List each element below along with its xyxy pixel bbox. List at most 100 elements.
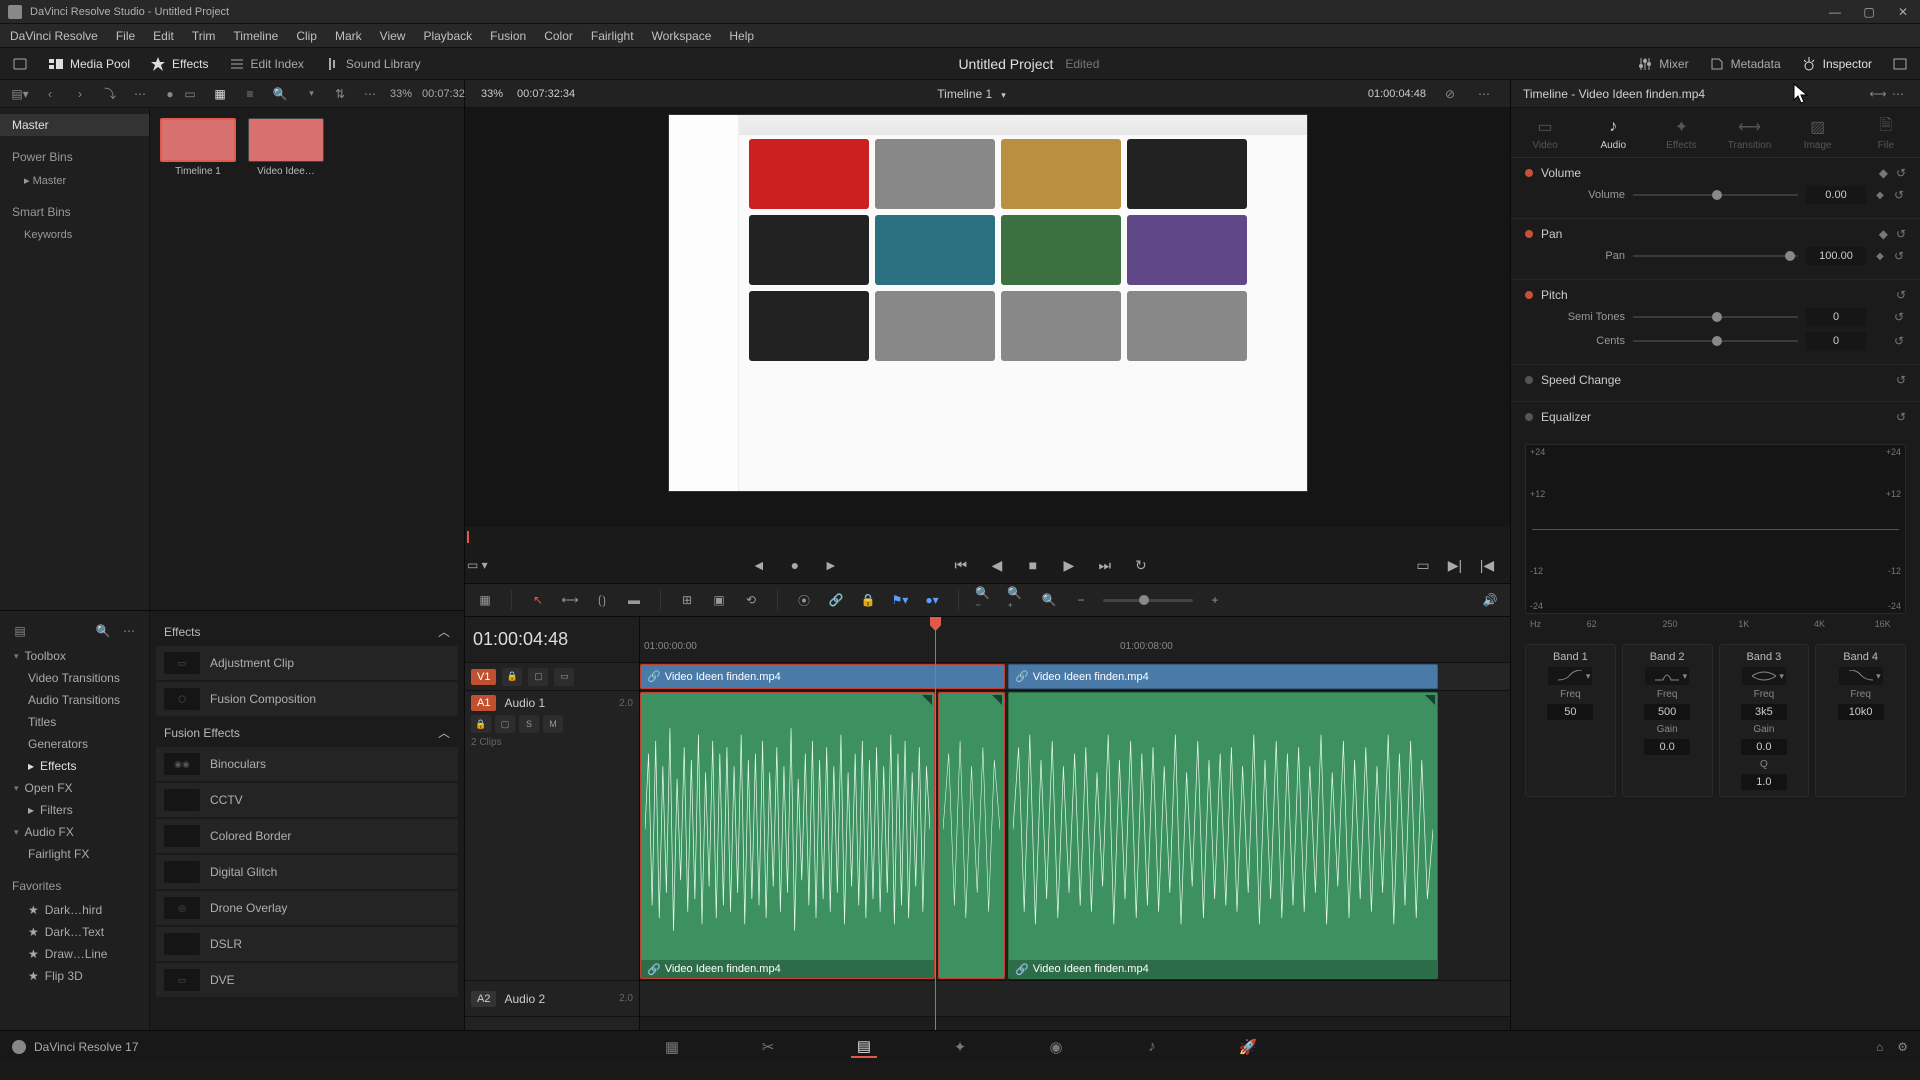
step-back-icon[interactable]: ◀ [986, 554, 1008, 576]
timeline-name[interactable]: Timeline 1 [937, 87, 1005, 101]
loop-icon[interactable]: ↻ [1130, 554, 1152, 576]
viewer-mode-dropdown[interactable]: ▭ ▾ [467, 558, 488, 572]
keyframe-icon[interactable]: ◆ [1874, 190, 1886, 201]
zoom-out-icon[interactable]: − [1071, 590, 1091, 610]
reset-icon[interactable]: ↺ [1896, 288, 1906, 302]
track-v1[interactable]: 🔗Video Ideen finden.mp4 🔗Video Ideen fin… [640, 663, 1510, 691]
marker-icon[interactable]: ●▾ [922, 590, 942, 610]
video-clip-2[interactable]: 🔗Video Ideen finden.mp4 [1008, 664, 1438, 689]
audio-clip-2[interactable]: 🔗Video Ideen finden.mp4 [1008, 692, 1438, 979]
menu-davinci[interactable]: DaVinci Resolve [10, 29, 98, 43]
menu-timeline[interactable]: Timeline [233, 29, 278, 43]
tree-keywords[interactable]: Keywords [0, 225, 149, 245]
tree-master[interactable]: Master [0, 114, 149, 136]
nav-dot-icon[interactable]: ● [784, 554, 806, 576]
eq-graph[interactable]: +24 +24 +12 +12 -12 -12 -24 -24 Hz 62 25… [1525, 444, 1906, 614]
menu-color[interactable]: Color [544, 29, 573, 43]
enable-dot-icon[interactable] [1525, 230, 1533, 238]
menu-mark[interactable]: Mark [335, 29, 362, 43]
reset-icon[interactable]: ↺ [1896, 373, 1906, 387]
eq-band-2[interactable]: Band 2 Freq 500 Gain 0.0 [1622, 644, 1713, 797]
tree-generators[interactable]: Generators [0, 733, 149, 755]
viewer-scrubber[interactable] [465, 527, 1510, 547]
tree-audiofx[interactable]: Audio FX [0, 821, 149, 843]
close-button[interactable]: ✕ [1894, 5, 1912, 19]
eq-curve-dropdown[interactable] [1645, 667, 1689, 685]
menu-help[interactable]: Help [729, 29, 754, 43]
reset-icon[interactable]: ↺ [1894, 188, 1906, 202]
path-options-icon[interactable]: ⋯ [130, 84, 150, 104]
tree-audio-transitions[interactable]: Audio Transitions [0, 689, 149, 711]
disable-track-icon[interactable]: ▭ [554, 668, 574, 686]
viewer-zoom[interactable]: 33% [481, 88, 503, 100]
tree-toolbox[interactable]: Toolbox [0, 645, 149, 667]
tab-image[interactable]: ▨Image [1790, 118, 1846, 151]
effect-binoculars[interactable]: ◉◉Binoculars [156, 747, 458, 781]
full-screen-icon[interactable] [1892, 56, 1908, 72]
eq-band-1[interactable]: Band 1 Freq 50 [1525, 644, 1616, 797]
reset-icon[interactable]: ↺ [1894, 310, 1906, 324]
search-options-icon[interactable] [300, 84, 320, 104]
page-deliver[interactable]: 🚀 [1235, 1036, 1261, 1058]
bin-view-dropdown-icon[interactable]: ▤▾ [10, 84, 30, 104]
semitones-slider[interactable] [1633, 316, 1798, 318]
filmstrip-view-icon[interactable]: ▭ [180, 84, 200, 104]
search-icon[interactable]: 🔍 [270, 84, 290, 104]
tree-effects[interactable]: ▸ Effects [0, 755, 149, 777]
viewer-options-icon[interactable]: ⋯ [1474, 84, 1494, 104]
tree-fav-1[interactable]: ★ Dark…Text [0, 921, 149, 943]
effect-drone-overlay[interactable]: ◎Drone Overlay [156, 891, 458, 925]
tab-audio[interactable]: ♪Audio [1585, 118, 1641, 151]
tab-transition[interactable]: ⟷Transition [1722, 118, 1778, 151]
effects-search-icon[interactable]: 🔍 [93, 621, 113, 641]
menu-playback[interactable]: Playback [423, 29, 472, 43]
replace-clip-icon[interactable]: ⟲ [741, 590, 761, 610]
pan-value[interactable]: 100.00 [1806, 247, 1866, 265]
effect-fusion-composition[interactable]: ⬡Fusion Composition [156, 682, 458, 716]
eq-freq-1[interactable]: 50 [1547, 704, 1593, 720]
reset-icon[interactable]: ↺ [1896, 227, 1906, 241]
track-badge-a2[interactable]: A2 [471, 991, 496, 1007]
eq-curve-dropdown[interactable] [1548, 667, 1592, 685]
zoom-fit-icon[interactable]: 🔍⁻ [975, 590, 995, 610]
match-frame-icon[interactable]: ▭ [1412, 554, 1434, 576]
menu-fusion[interactable]: Fusion [490, 29, 526, 43]
next-clip-icon[interactable]: ► [820, 554, 842, 576]
tree-fav-0[interactable]: ★ Dark…hird [0, 899, 149, 921]
thumb-video-ideen[interactable]: Video Idee… [248, 118, 324, 177]
inspector-expand-icon[interactable]: ⟷ [1868, 84, 1888, 104]
tree-fav-3[interactable]: ★ Flip 3D [0, 965, 149, 987]
auto-select-icon[interactable]: ▢ [528, 668, 548, 686]
solo-icon[interactable]: S [519, 715, 539, 733]
zoom-custom-icon[interactable]: 🔍 [1039, 590, 1059, 610]
collapse-icon[interactable]: ︿ [438, 724, 450, 741]
zoom-in-icon[interactable]: + [1205, 590, 1225, 610]
enable-dot-icon[interactable] [1525, 291, 1533, 299]
mixer-button[interactable]: Mixer [1637, 56, 1688, 72]
tree-titles[interactable]: Titles [0, 711, 149, 733]
effect-adjustment-clip[interactable]: ▭Adjustment Clip [156, 646, 458, 680]
tab-effects[interactable]: ✦Effects [1653, 118, 1709, 151]
timeline-tracks[interactable]: 01:00:00:00 01:00:08:00 🔗Video Ideen fin… [640, 617, 1510, 1030]
mute-icon[interactable]: 🔊 [1480, 590, 1500, 610]
list-view-icon[interactable]: ≡ [240, 84, 260, 104]
project-settings-icon[interactable]: ⚙ [1897, 1040, 1908, 1054]
volume-value[interactable]: 0.00 [1806, 186, 1866, 204]
maximize-button[interactable]: ▢ [1860, 5, 1878, 19]
play-icon[interactable]: ▶ [1058, 554, 1080, 576]
page-media[interactable]: ▦ [659, 1036, 685, 1058]
effect-dslr[interactable]: DSLR [156, 927, 458, 961]
inspector-options-icon[interactable]: ⋯ [1888, 84, 1908, 104]
effects-layout-icon[interactable]: ▤ [10, 621, 30, 641]
cents-slider[interactable] [1633, 340, 1798, 342]
trim-tool-icon[interactable]: ⟷ [560, 590, 580, 610]
timeline-timecode-display[interactable]: 01:00:04:48 [465, 617, 639, 663]
tree-filters[interactable]: ▸ Filters [0, 799, 149, 821]
reset-icon[interactable]: ↺ [1894, 334, 1906, 348]
blade-tool-icon[interactable]: ▬ [624, 590, 644, 610]
menu-fairlight[interactable]: Fairlight [591, 29, 634, 43]
import-icon[interactable]: ⤵ [100, 84, 120, 104]
dynamic-trim-icon[interactable]: ⟮⟯ [592, 590, 612, 610]
sound-library-button[interactable]: Sound Library [324, 56, 421, 72]
edit-index-button[interactable]: Edit Index [229, 56, 304, 72]
